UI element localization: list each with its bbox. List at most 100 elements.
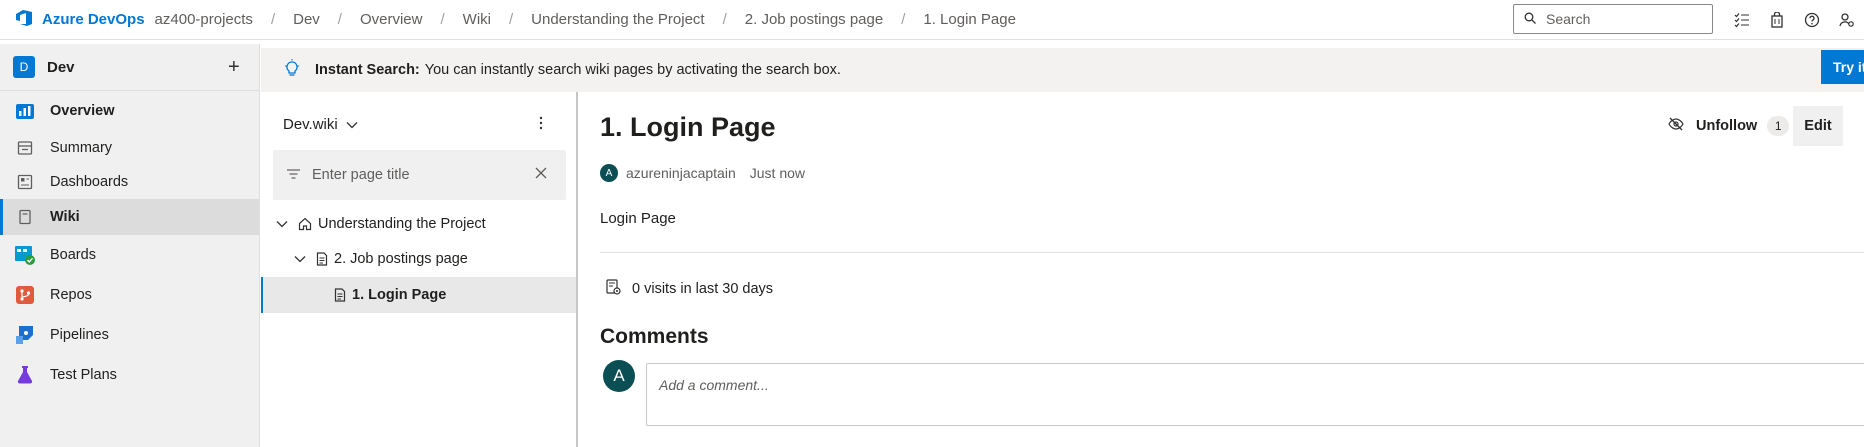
project-name[interactable]: Dev bbox=[47, 59, 75, 76]
breadcrumb-page-current[interactable]: 1. Login Page bbox=[923, 11, 1016, 28]
overview-icon bbox=[13, 99, 37, 123]
test-plans-icon bbox=[13, 363, 37, 387]
edit-timestamp: Just now bbox=[749, 165, 805, 181]
breadcrumb-separator: / bbox=[901, 11, 906, 28]
page-icon bbox=[334, 288, 346, 302]
brand[interactable]: Azure DevOps bbox=[14, 8, 145, 31]
instant-search-banner: Instant Search: You can instantly search… bbox=[261, 48, 1864, 92]
more-options-icon[interactable] bbox=[539, 116, 543, 133]
sidebar-item-label: Overview bbox=[50, 103, 115, 119]
breadcrumb-separator: / bbox=[270, 11, 276, 28]
close-icon[interactable] bbox=[535, 167, 547, 183]
brand-name[interactable]: Azure DevOps bbox=[42, 11, 145, 28]
wiki-tree-item-label: Understanding the Project bbox=[318, 216, 486, 232]
summary-icon bbox=[13, 136, 37, 160]
breadcrumb-separator: / bbox=[337, 11, 342, 28]
wiki-tree-item[interactable]: 2. Job postings page bbox=[261, 241, 576, 277]
breadcrumb-page-parent[interactable]: 2. Job postings page bbox=[745, 11, 883, 28]
breadcrumb-separator: / bbox=[722, 11, 727, 28]
breadcrumb-overview[interactable]: Overview bbox=[360, 11, 423, 28]
search-icon bbox=[1524, 11, 1536, 27]
breadcrumb-separator: / bbox=[508, 11, 514, 28]
page-filter-input[interactable]: Enter page title bbox=[273, 150, 566, 200]
azure-devops-logo-icon bbox=[14, 8, 34, 31]
banner-title: Instant Search: bbox=[315, 62, 420, 78]
unfollow-button[interactable]: Unfollow 1 bbox=[1668, 116, 1790, 136]
sidebar-item-wiki[interactable]: Wiki bbox=[0, 199, 259, 235]
chevron-down-icon bbox=[346, 116, 358, 133]
home-icon bbox=[298, 217, 312, 231]
lightbulb-icon bbox=[283, 59, 301, 81]
sidebar-item-label: Summary bbox=[50, 140, 113, 156]
sidebar-item-label: Pipelines bbox=[50, 327, 109, 343]
visits-stats-icon bbox=[604, 278, 622, 300]
sidebar-item-label: Boards bbox=[50, 247, 96, 263]
comments-heading: Comments bbox=[600, 325, 709, 348]
wiki-page-content: 1. Login Page Unfollow 1 Edit A azurenin… bbox=[580, 92, 1864, 447]
try-it-button[interactable]: Try it bbox=[1821, 50, 1864, 84]
dashboards-icon bbox=[13, 170, 37, 194]
author-info: A azureninjacaptain Just now bbox=[600, 164, 805, 182]
sidebar-item-test-plans[interactable]: Test Plans bbox=[0, 355, 259, 395]
filter-placeholder: Enter page title bbox=[312, 167, 410, 183]
visits-label: 0 visits in last 30 days bbox=[632, 281, 774, 297]
author-name[interactable]: azureninjacaptain bbox=[626, 165, 736, 181]
breadcrumb-separator: / bbox=[440, 11, 445, 28]
pipelines-icon bbox=[13, 323, 37, 347]
banner-text: You can instantly search wiki pages by a… bbox=[424, 62, 841, 78]
edit-button[interactable]: Edit bbox=[1793, 106, 1843, 146]
breadcrumb-org[interactable]: az400-projects bbox=[155, 11, 253, 28]
shopping-bag-icon[interactable] bbox=[1765, 8, 1789, 32]
breadcrumb-page-root[interactable]: Understanding the Project bbox=[531, 11, 704, 28]
wiki-tree-panel: Dev.wiki Enter page title Understanding … bbox=[261, 92, 578, 447]
sidebar-item-label: Dashboards bbox=[50, 174, 129, 190]
wiki-selector[interactable]: Dev.wiki bbox=[283, 116, 358, 133]
chevron-down-icon[interactable] bbox=[292, 255, 308, 263]
sidebar-item-label: Test Plans bbox=[50, 367, 117, 383]
add-icon[interactable]: + bbox=[228, 56, 240, 79]
chevron-down-icon[interactable] bbox=[274, 220, 290, 228]
sidebar-item-boards[interactable]: Boards bbox=[0, 235, 259, 275]
sidebar-item-label: Repos bbox=[50, 287, 92, 303]
wiki-tree-item-label: 1. Login Page bbox=[352, 287, 447, 303]
help-icon[interactable] bbox=[1800, 8, 1824, 32]
follower-count-badge: 1 bbox=[1767, 116, 1790, 136]
sidebar-item-repos[interactable]: Repos bbox=[0, 275, 259, 315]
wiki-tree-item-label: 2. Job postings page bbox=[334, 251, 468, 267]
repos-icon bbox=[13, 283, 37, 307]
author-avatar: A bbox=[600, 164, 618, 182]
sidebar-item-pipelines[interactable]: Pipelines bbox=[0, 315, 259, 355]
divider bbox=[600, 252, 1864, 253]
page-visits: 0 visits in last 30 days bbox=[604, 278, 773, 300]
commenter-avatar: A bbox=[603, 360, 635, 392]
wiki-tree-item[interactable]: 1. Login Page bbox=[261, 277, 576, 313]
breadcrumb: az400-projects / Dev / Overview / Wiki /… bbox=[155, 11, 1016, 28]
unfollow-label: Unfollow bbox=[1696, 118, 1758, 134]
sidebar-item-label: Wiki bbox=[50, 209, 80, 225]
sidebar-item-overview[interactable]: Overview bbox=[0, 91, 259, 131]
breadcrumb-wiki[interactable]: Wiki bbox=[463, 11, 491, 28]
user-settings-icon[interactable] bbox=[1835, 8, 1859, 32]
boards-icon bbox=[13, 243, 37, 267]
page-title: 1. Login Page bbox=[600, 112, 776, 142]
search-input[interactable]: Search bbox=[1513, 4, 1713, 34]
wiki-tree-item[interactable]: Understanding the Project bbox=[261, 206, 576, 242]
page-icon bbox=[316, 252, 328, 266]
filter-icon bbox=[287, 167, 300, 183]
top-bar: Azure DevOps az400-projects / Dev / Over… bbox=[0, 0, 1864, 40]
top-icons bbox=[1730, 8, 1864, 32]
project-sidebar: D Dev + Overview Summary Dashboards Wiki Boa… bbox=[0, 44, 260, 447]
page-body: Login Page bbox=[600, 210, 676, 227]
sidebar-nav: Overview Summary Dashboards Wiki Boards Repos… bbox=[0, 91, 259, 395]
project-header[interactable]: D Dev bbox=[0, 44, 259, 91]
task-list-icon[interactable] bbox=[1730, 8, 1754, 32]
breadcrumb-project[interactable]: Dev bbox=[293, 11, 320, 28]
comment-input[interactable]: Add a comment... bbox=[646, 363, 1864, 426]
project-avatar: D bbox=[13, 56, 35, 78]
sidebar-item-summary[interactable]: Summary bbox=[0, 131, 259, 165]
sidebar-item-dashboards[interactable]: Dashboards bbox=[0, 165, 259, 199]
eye-off-icon bbox=[1668, 117, 1684, 135]
wiki-icon bbox=[13, 205, 37, 229]
search-placeholder: Search bbox=[1546, 11, 1591, 27]
wiki-name: Dev.wiki bbox=[283, 116, 338, 133]
